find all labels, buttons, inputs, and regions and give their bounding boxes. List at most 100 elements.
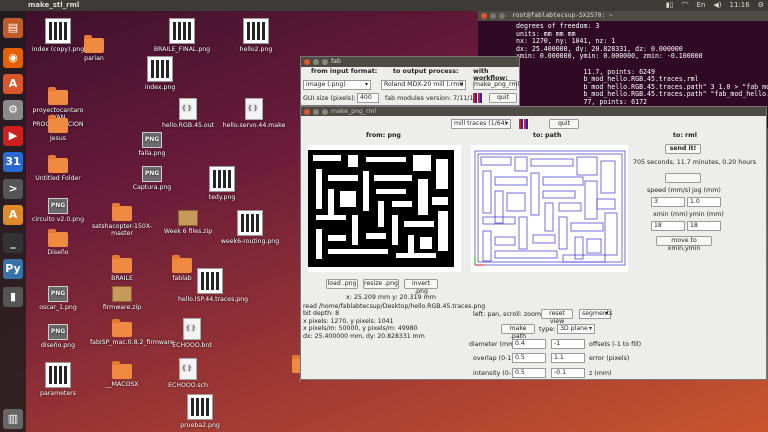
terminal-app-icon[interactable]: > — [3, 179, 23, 199]
overlap-input[interactable]: 0.5 — [512, 353, 546, 363]
desktop-icon[interactable]: parameters — [26, 362, 90, 397]
desktop-icon[interactable]: Week 6 files.zip — [156, 210, 220, 235]
folder-icon — [48, 115, 68, 133]
desktop-icon-label: firmware.zip — [102, 304, 142, 311]
fab-quit-button[interactable]: quit — [489, 93, 517, 103]
calendar-icon[interactable]: 31 — [3, 152, 23, 172]
desktop-icon[interactable]: hello2.png — [224, 18, 288, 53]
xmin-input[interactable]: 18 — [651, 221, 685, 231]
firefox-icon[interactable]: ◉ — [3, 48, 23, 68]
view-mode-select[interactable]: segments — [579, 309, 612, 319]
desktop-icon[interactable]: PNG falla.png — [120, 132, 184, 157]
desktop-icon[interactable]: satshacopter-150X-master — [90, 203, 154, 237]
settings-icon[interactable]: ⚙ — [3, 100, 23, 120]
desktop-icon-label: week6-routing.png — [220, 238, 280, 245]
error-input[interactable]: 1.1 — [551, 353, 585, 363]
desktop-icon[interactable]: ECHOOO.brd — [160, 318, 224, 349]
trash-icon[interactable]: ▥ — [3, 409, 23, 429]
gauge-icon[interactable]: ▮ — [3, 287, 23, 307]
desktop-icon[interactable]: ECHOOO.sch — [156, 358, 220, 389]
desktop-icon[interactable]: index.png — [128, 56, 192, 91]
desktop-icon[interactable]: fabISP_mac.0.8.2_firmware — [90, 319, 174, 346]
battery-icon[interactable]: ▮▯ — [666, 1, 674, 11]
desktop-icon[interactable]: PNG Captura.png — [120, 166, 184, 191]
output-process-select[interactable]: Roland MDX-20 mill (.rml) — [381, 80, 466, 90]
make-rml-button[interactable] — [665, 173, 701, 183]
files-icon[interactable]: ▤ — [3, 18, 23, 38]
wifi-icon[interactable]: ⌒ — [682, 1, 689, 11]
pan-zoom-hint: left: pan, scroll: zoom — [473, 311, 541, 318]
make-png-rml-window[interactable]: make_png_rml mill traces (1/64) quit fro… — [300, 106, 767, 380]
desktop-icon[interactable]: BRAILE — [90, 255, 154, 282]
software-center-icon[interactable]: A — [3, 74, 23, 94]
png-preview[interactable] — [308, 145, 461, 272]
z-input[interactable]: -0.1 — [551, 368, 585, 378]
fab-window[interactable]: fab from input format: to output process… — [300, 56, 520, 106]
make-path-button[interactable]: make .path — [501, 324, 535, 340]
desktop-icon[interactable]: __MACOSX — [90, 361, 154, 388]
language-indicator[interactable]: En — [697, 1, 706, 11]
fab-titlebar[interactable]: fab — [301, 57, 519, 67]
python-icon[interactable]: Py — [3, 259, 23, 279]
update-icon[interactable]: A — [3, 205, 23, 225]
from-png-label: from: png — [366, 132, 401, 139]
mpr-titlebar[interactable]: make_png_rml — [301, 107, 766, 116]
desktop-icon[interactable]: Diseño — [26, 229, 90, 256]
desktop-icon[interactable]: prueba2.png — [168, 394, 232, 429]
ymin-input[interactable]: 18 — [687, 221, 721, 231]
volume-icon[interactable]: ◀) — [713, 1, 721, 11]
desktop-icon[interactable]: hello.ISP.44.traces.png — [178, 268, 248, 303]
terminal-icon[interactable]: _ — [3, 233, 23, 253]
make-png-rml-button[interactable]: make_png_rml — [473, 80, 519, 90]
power-icon[interactable]: ⚙ — [758, 1, 764, 11]
minimize-icon[interactable] — [490, 13, 496, 19]
desktop-icon[interactable]: hello.servo.44.make — [222, 98, 286, 129]
desktop-icon[interactable]: Jesus — [26, 115, 90, 142]
desktop-icon[interactable]: parian — [62, 35, 126, 62]
diameter-label: diameter (mm) — [469, 341, 517, 348]
desktop-icon-label: ECHOOO.brd — [172, 342, 212, 349]
desktop-icon-label: satshacopter-150X-master — [91, 223, 153, 237]
desktop-icon[interactable]: firmware.zip — [90, 286, 154, 311]
resize-png-button[interactable]: resize .png — [363, 279, 399, 289]
clock[interactable]: 11:16 — [730, 1, 750, 11]
minimize-icon[interactable] — [313, 109, 319, 115]
close-icon[interactable] — [304, 109, 310, 115]
speed-input[interactable]: 3 — [651, 197, 685, 207]
desktop-icon[interactable]: Untitled Folder — [26, 155, 90, 182]
desktop-icon[interactable]: hello.RGB.45.out — [156, 98, 220, 129]
minimize-icon[interactable] — [313, 59, 319, 65]
input-format-select[interactable]: image (.png) — [303, 80, 371, 90]
intensity-input[interactable]: 0.5 — [512, 368, 546, 378]
maximize-icon[interactable] — [322, 109, 328, 115]
traces-select[interactable]: mill traces (1/64) — [451, 119, 511, 129]
desktop-icon[interactable]: BRAILE_FINAL.png — [150, 18, 214, 53]
desktop-icon[interactable]: tedy.png — [190, 166, 254, 201]
close-icon[interactable] — [481, 13, 487, 19]
desktop-icon[interactable]: PNG circuito v2.0.png — [26, 198, 90, 223]
desktop-icon-label: Untitled Folder — [35, 175, 81, 182]
desktop-icon-label: hello.RGB.45.out — [161, 122, 215, 129]
youtube-icon[interactable]: ▶ — [3, 126, 23, 146]
invert-png-button[interactable]: invert .png — [404, 279, 438, 295]
diameter-input[interactable]: 0.4 — [512, 339, 546, 349]
jog-input[interactable]: 1.0 — [687, 197, 721, 207]
reset-view-button[interactable]: reset view — [541, 309, 573, 325]
type-select[interactable]: 3D plane — [557, 324, 595, 334]
load-png-button[interactable]: load .png — [326, 279, 358, 289]
move-to-xmin-ymin-button[interactable]: move to xmin,ymin — [656, 236, 712, 252]
folder-icon — [112, 319, 132, 337]
terminal-title: root@fablabtecsup-SX2570: ~ — [512, 12, 613, 19]
maximize-icon[interactable] — [322, 59, 328, 65]
path-preview[interactable] — [471, 145, 628, 272]
maximize-icon[interactable] — [499, 13, 505, 19]
close-icon[interactable] — [304, 59, 310, 65]
desktop-icon[interactable]: PNG diseño.png — [26, 324, 90, 349]
mpr-quit-button[interactable]: quit — [549, 119, 579, 129]
desktop-icon[interactable]: PNG oscar_1.png — [26, 286, 90, 311]
gui-size-input[interactable]: 400 — [357, 93, 379, 103]
offsets-input[interactable]: -1 — [551, 339, 585, 349]
terminal-titlebar[interactable]: root@fablabtecsup-SX2570: ~ — [478, 11, 768, 21]
send-it-button[interactable]: send it! — [665, 144, 701, 154]
desktop-icon[interactable]: week6-routing.png — [218, 210, 282, 245]
